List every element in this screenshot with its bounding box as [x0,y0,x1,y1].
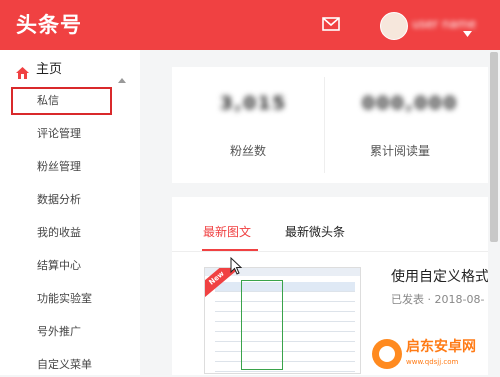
sidebar-item-fans[interactable]: 粉丝管理 [0,155,140,179]
sidebar-item-label: 评论管理 [37,127,81,140]
article-date: 2018-08- [434,293,485,306]
article-meta: 已发表 · 2018-08- [391,292,484,308]
chevron-up-icon[interactable] [118,68,126,87]
tab-latest-articles[interactable]: 最新图文 [203,224,251,240]
sidebar-item-label: 结算中心 [37,259,81,272]
sidebar-item-label: 粉丝管理 [37,160,81,173]
watermark-url: www.qdsjj.com [406,358,459,366]
meta-separator: · [427,293,435,306]
stat-fans: 3,015 粉丝数 [172,67,322,183]
sidebar-item-label: 我的收益 [37,226,81,239]
sidebar-item-custom-menu[interactable]: 自定义菜单 [0,353,140,377]
mail-icon[interactable] [322,16,340,35]
sidebar-item-settlement[interactable]: 结算中心 [0,254,140,278]
sidebar-item-label: 功能实验室 [37,292,92,305]
sidebar-item-comments[interactable]: 评论管理 [0,122,140,146]
top-navigation-bar: 头条号 user name [0,0,500,50]
sidebar-item-analytics[interactable]: 数据分析 [0,188,140,212]
sidebar-item-label: 号外推广 [37,325,81,338]
sidebar-item-label: 数据分析 [37,193,81,206]
stat-label: 粉丝数 [230,144,267,158]
scrollbar-thumb[interactable] [490,52,498,242]
sidebar-item-lab[interactable]: 功能实验室 [0,287,140,311]
article-title[interactable]: 使用自定义格式 [391,267,489,287]
watermark: 启东安卓网 www.qdsjj.com [372,337,500,375]
stat-value: 3,015 [220,93,287,114]
home-icon [16,64,29,83]
sidebar-item-promotion[interactable]: 号外推广 [0,320,140,344]
stat-label: 累计阅读量 [370,144,431,158]
divider [172,251,500,252]
stat-reads: 000,000 累计阅读量 [332,67,482,183]
sidebar-item-label: 主页 [36,62,63,77]
mouse-cursor-icon [230,256,243,279]
watermark-name: 启东安卓网 [406,339,476,355]
sidebar-item-earnings[interactable]: 我的收益 [0,221,140,245]
watermark-logo-icon [372,339,402,369]
tab-latest-micro-posts[interactable]: 最新微头条 [285,224,345,240]
app-logo[interactable]: 头条号 [16,11,82,39]
divider [324,77,325,173]
article-thumbnail[interactable]: New [204,267,361,374]
sidebar-item-label: 自定义菜单 [37,358,92,371]
chevron-down-icon[interactable] [463,22,472,41]
article-status: 已发表 [391,293,424,306]
stat-value: 000,000 [362,93,458,114]
avatar[interactable] [380,12,408,40]
stats-card: 3,015 粉丝数 000,000 累计阅读量 [172,67,500,183]
thumbnail-spreadsheet [215,282,355,373]
sidebar-item-home[interactable]: 主页 [0,55,140,85]
thumbnail-selection [241,280,283,370]
highlight-annotation [11,87,112,115]
